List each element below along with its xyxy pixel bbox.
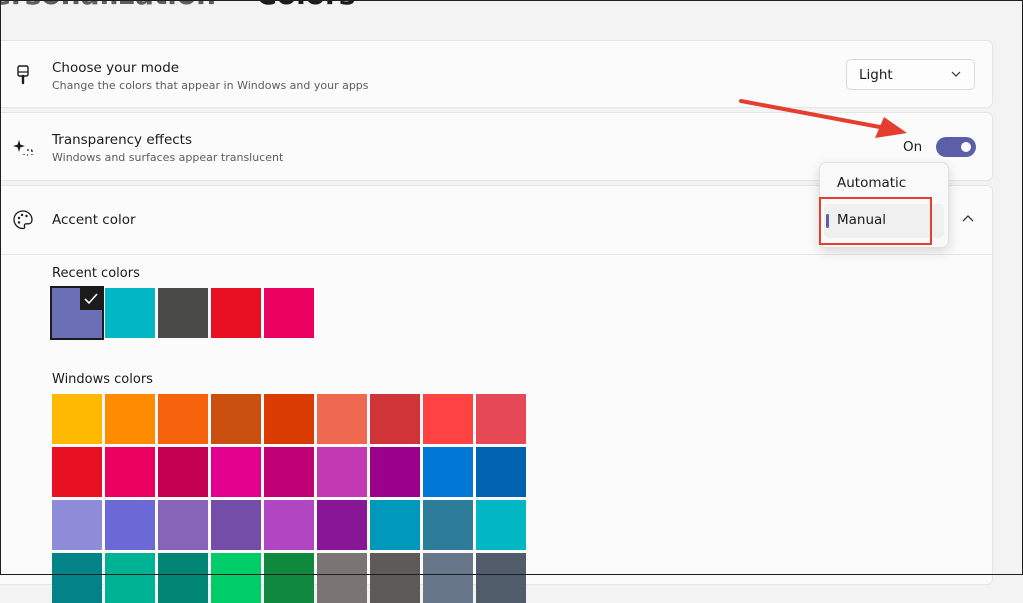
windows-color-swatch[interactable] <box>264 394 314 444</box>
sparkle-icon <box>13 140 33 156</box>
windows-color-swatch[interactable] <box>211 394 261 444</box>
windows-color-swatch[interactable] <box>264 447 314 497</box>
windows-color-swatch[interactable] <box>370 394 420 444</box>
brush-icon <box>17 65 29 85</box>
windows-color-swatch[interactable] <box>264 553 314 603</box>
windows-color-swatch[interactable] <box>476 553 526 603</box>
chevron-up-icon[interactable] <box>960 213 976 225</box>
recent-color-swatch[interactable] <box>158 288 208 338</box>
windows-color-swatch[interactable] <box>211 447 261 497</box>
transparency-subtitle: Windows and surfaces appear translucent <box>52 151 284 164</box>
windows-color-swatch[interactable] <box>317 447 367 497</box>
breadcrumb-separator: › <box>232 0 240 5</box>
windows-color-swatch[interactable] <box>211 500 261 550</box>
palette-icon <box>13 210 33 230</box>
toggle-knob <box>961 142 971 152</box>
windows-color-swatch[interactable] <box>317 500 367 550</box>
breadcrumb-parent[interactable]: ersonalization <box>0 0 216 11</box>
windows-color-swatch[interactable] <box>317 553 367 603</box>
recent-color-swatch[interactable] <box>211 288 261 338</box>
windows-color-swatch[interactable] <box>264 500 314 550</box>
windows-color-swatch[interactable] <box>423 394 473 444</box>
page-title: Colors <box>256 0 355 11</box>
dropdown-option-automatic[interactable]: Automatic <box>824 167 944 201</box>
windows-color-swatch[interactable] <box>370 500 420 550</box>
windows-color-swatch[interactable] <box>423 447 473 497</box>
windows-color-swatch[interactable] <box>423 500 473 550</box>
windows-color-swatch[interactable] <box>158 500 208 550</box>
transparency-toggle[interactable] <box>936 137 976 157</box>
recent-colors-label: Recent colors <box>52 266 140 281</box>
transparency-title: Transparency effects <box>52 132 192 148</box>
windows-color-swatch[interactable] <box>370 553 420 603</box>
windows-color-swatch[interactable] <box>158 553 208 603</box>
breadcrumb: ersonalization › Colors <box>0 0 355 11</box>
annotation-arrow-icon <box>739 99 907 138</box>
mode-title: Choose your mode <box>52 60 180 76</box>
mode-subtitle: Change the colors that appear in Windows… <box>52 79 369 92</box>
accent-divider <box>0 254 992 255</box>
windows-color-swatch[interactable] <box>158 447 208 497</box>
windows-color-swatch[interactable] <box>158 394 208 444</box>
windows-color-swatch[interactable] <box>52 447 102 497</box>
chevron-down-icon <box>951 71 961 77</box>
windows-color-swatch[interactable] <box>370 447 420 497</box>
recent-color-swatch[interactable] <box>105 288 155 338</box>
windows-colors-label: Windows colors <box>52 372 153 387</box>
windows-color-swatch[interactable] <box>317 394 367 444</box>
recent-color-swatch[interactable] <box>264 288 314 338</box>
windows-color-swatch[interactable] <box>476 447 526 497</box>
windows-color-swatch[interactable] <box>423 553 473 603</box>
windows-color-swatch[interactable] <box>105 500 155 550</box>
mode-select-value: Light <box>859 67 893 83</box>
annotation-highlight-box <box>819 197 932 245</box>
windows-color-swatch[interactable] <box>52 553 102 603</box>
mode-select[interactable]: Light <box>846 59 975 90</box>
windows-color-swatch[interactable] <box>105 447 155 497</box>
windows-color-swatch[interactable] <box>52 394 102 444</box>
windows-color-swatch[interactable] <box>211 553 261 603</box>
checkmark-icon <box>80 288 102 310</box>
recent-color-swatch[interactable] <box>50 286 104 340</box>
windows-color-swatch[interactable] <box>105 553 155 603</box>
windows-color-swatch[interactable] <box>476 394 526 444</box>
accent-title: Accent color <box>52 212 136 228</box>
windows-color-swatch[interactable] <box>52 500 102 550</box>
windows-color-swatch[interactable] <box>476 500 526 550</box>
windows-color-swatch[interactable] <box>105 394 155 444</box>
